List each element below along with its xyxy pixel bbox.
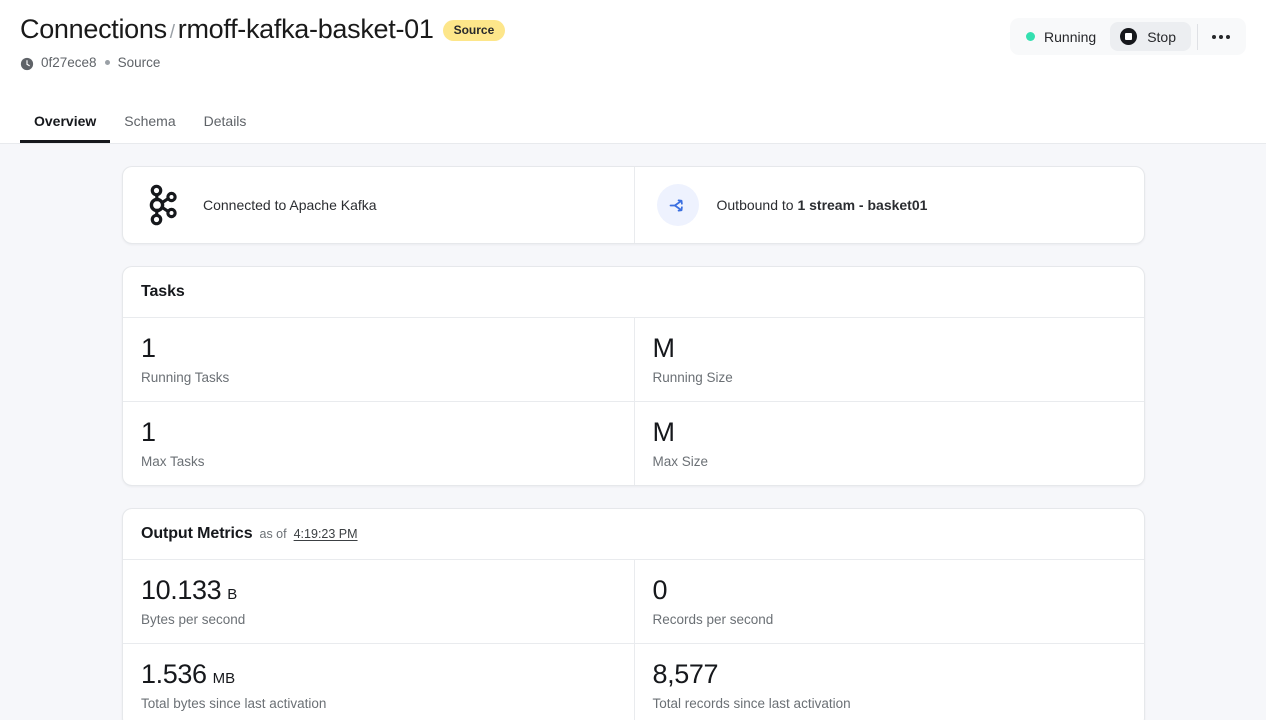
- metric-value: 8,577: [653, 659, 1127, 690]
- output-metrics-row-1: 10.133 B Bytes per second 0 Records per …: [123, 560, 1145, 644]
- output-metrics-title: Output Metrics: [141, 525, 253, 543]
- ellipsis-icon-dot: [1219, 34, 1223, 39]
- header-actions: Running Stop: [1010, 18, 1246, 55]
- metric-label: Max Size: [652, 454, 709, 470]
- output-metrics-row-2: 1.536 MB Total bytes since last activati…: [123, 643, 1144, 720]
- main-content: Connected to Apache Kafka Outbound to 1 …: [0, 144, 1266, 720]
- tab-overview[interactable]: Overview: [20, 103, 111, 143]
- metric-label: Bytes per second: [141, 612, 246, 628]
- tab-details[interactable]: Details: [190, 103, 261, 143]
- apache-kafka-logo-icon: [145, 183, 185, 227]
- metric-label: Total records since last activation: [652, 696, 851, 712]
- tasks-row-2: 1 Max Tasks M Max Size: [123, 401, 1145, 486]
- metric-number: 1: [141, 417, 156, 448]
- metric-max-size: M Max Size: [633, 402, 1145, 486]
- metric-value: 10.133 B: [141, 575, 616, 606]
- connection-summary-card: Connected to Apache Kafka Outbound to 1 …: [122, 166, 1145, 244]
- stop-button[interactable]: Stop: [1110, 22, 1191, 51]
- as-of-timestamp[interactable]: 4:19:23 PM: [294, 527, 358, 541]
- metric-total-bytes: 1.536 MB Total bytes since last activati…: [123, 644, 634, 720]
- metric-records-per-second: 0 Records per second: [633, 560, 1145, 644]
- metric-label: Running Size: [652, 370, 733, 386]
- connection-id: 0f27ece8: [41, 55, 97, 70]
- metric-label: Total bytes since last activation: [141, 696, 327, 712]
- breadcrumb-current: rmoff-kafka-basket-01: [177, 14, 434, 44]
- outbound-target: 1 stream - basket01: [797, 197, 928, 213]
- tab-bar: Overview Schema Details: [0, 103, 1266, 143]
- output-metrics-header: Output Metrics as of 4:19:23 PM: [123, 509, 1144, 561]
- tasks-card: Tasks 1 Running Tasks M Running Size 1 M…: [122, 266, 1145, 487]
- breadcrumb-separator: /: [169, 22, 175, 43]
- tab-schema[interactable]: Schema: [110, 103, 189, 143]
- tasks-title: Tasks: [141, 283, 185, 300]
- clock-icon: [20, 57, 34, 71]
- metric-value: M: [653, 333, 1127, 364]
- outbound-connection-label: Outbound to 1 stream - basket01: [717, 197, 928, 213]
- metric-value: 1.536 MB: [141, 659, 616, 690]
- tasks-card-header: Tasks: [123, 267, 1144, 318]
- metric-number: M: [652, 417, 675, 448]
- status-badge: Source: [442, 20, 506, 41]
- actions-divider: [1197, 23, 1198, 50]
- output-metrics-card: Output Metrics as of 4:19:23 PM 10.133 B…: [122, 508, 1145, 720]
- metric-unit: MB: [212, 670, 236, 688]
- status-dot-icon: [1026, 32, 1036, 41]
- metric-value: 1: [141, 417, 616, 448]
- metric-bytes-per-second: 10.133 B Bytes per second: [123, 560, 634, 643]
- metric-value: 1: [141, 333, 616, 364]
- outbound-prefix: Outbound to: [716, 197, 798, 213]
- shuffle-arrow-icon: [656, 184, 699, 226]
- metric-number: 8,577: [652, 659, 719, 690]
- ellipsis-icon-dot: [1226, 34, 1230, 39]
- metric-running-tasks: 1 Running Tasks: [123, 318, 634, 401]
- more-options-button[interactable]: [1200, 29, 1242, 45]
- outbound-connection: Outbound to 1 stream - basket01: [633, 167, 1145, 243]
- metric-label: Max Tasks: [141, 454, 205, 470]
- metric-unit: B: [227, 586, 238, 604]
- metric-number: 0: [652, 575, 668, 606]
- metric-label: Running Tasks: [141, 370, 230, 386]
- tasks-row-1: 1 Running Tasks M Running Size: [123, 318, 1145, 402]
- breadcrumb: Connections / rmoff-kafka-basket-01 Source: [20, 14, 506, 45]
- metric-number: 1.536: [141, 659, 207, 690]
- breadcrumb-parent[interactable]: Connections: [20, 14, 167, 44]
- metric-label: Records per second: [652, 612, 774, 628]
- metric-number: 1: [141, 333, 156, 363]
- inbound-connection-label: Connected to Apache Kafka: [203, 197, 377, 213]
- inbound-connection: Connected to Apache Kafka: [123, 167, 634, 243]
- status-indicator: Running: [1014, 23, 1110, 51]
- page-header: Connections / rmoff-kafka-basket-01 Source…: [0, 0, 1266, 144]
- header-top-row: Connections / rmoff-kafka-basket-01 Source…: [0, 0, 1266, 70]
- metric-value: M: [653, 417, 1127, 448]
- metric-max-tasks: 1 Max Tasks: [123, 402, 634, 485]
- metric-number: 10.133: [141, 575, 222, 606]
- ellipsis-icon-dot: [1212, 34, 1216, 39]
- subtitle-dot: [104, 60, 110, 65]
- metric-number: M: [652, 333, 675, 363]
- page-title: Connections / rmoff-kafka-basket-01: [20, 14, 434, 45]
- connection-type: Source: [117, 55, 161, 70]
- title-block: Connections / rmoff-kafka-basket-01 Source…: [20, 12, 506, 70]
- as-of-label: as of: [259, 527, 287, 542]
- metric-running-size: M Running Size: [633, 318, 1145, 402]
- status-label: Running: [1044, 28, 1097, 45]
- subtitle-row: 0f27ece8 Source: [20, 55, 505, 70]
- stop-icon: [1120, 28, 1138, 45]
- stop-button-label: Stop: [1147, 28, 1176, 45]
- metric-total-records: 8,577 Total records since last activatio…: [633, 644, 1145, 720]
- metric-value: 0: [653, 575, 1127, 606]
